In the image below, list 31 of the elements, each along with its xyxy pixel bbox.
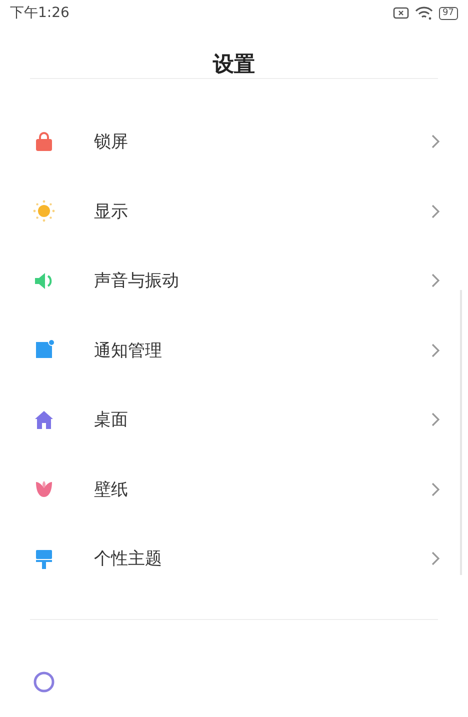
- chevron-icon: [431, 482, 440, 497]
- item-label: 桌面: [94, 409, 129, 432]
- lock-icon: [33, 130, 55, 153]
- settings-item[interactable]: 锁屏: [0, 107, 468, 176]
- chevron-icon: [431, 342, 440, 358]
- sim-icon: [392, 7, 409, 19]
- settings-item[interactable]: 通知管理: [0, 316, 468, 385]
- item-label: 壁纸: [94, 478, 129, 501]
- item-label: 个性主题: [94, 548, 163, 570]
- paint-roller-icon: [33, 548, 55, 570]
- settings-item[interactable]: 桌面: [0, 385, 468, 454]
- chevron-icon: [431, 204, 440, 219]
- item-label: 锁屏: [94, 131, 129, 154]
- item-label: 声音与振动: [94, 270, 180, 292]
- battery-indicator: 97: [438, 6, 458, 20]
- chevron-icon: [431, 273, 440, 288]
- status-time: 下午1:26: [10, 4, 70, 22]
- circle-icon: [33, 671, 55, 694]
- settings-item[interactable]: 显示: [0, 176, 468, 246]
- chevron-icon: [431, 134, 440, 150]
- settings-item[interactable]: 个性主题: [0, 524, 468, 594]
- settings-item[interactable]: 壁纸: [0, 454, 468, 524]
- house-icon: [33, 408, 55, 431]
- item-label: 通知管理: [94, 340, 163, 362]
- item-label: 显示: [94, 200, 129, 223]
- sun-icon: [33, 200, 55, 222]
- chevron-icon: [431, 412, 440, 428]
- chevron-icon: [431, 551, 440, 566]
- settings-item[interactable]: 声音与振动: [0, 246, 468, 316]
- wifi-icon: [414, 6, 433, 20]
- page-title: 设置: [212, 51, 256, 78]
